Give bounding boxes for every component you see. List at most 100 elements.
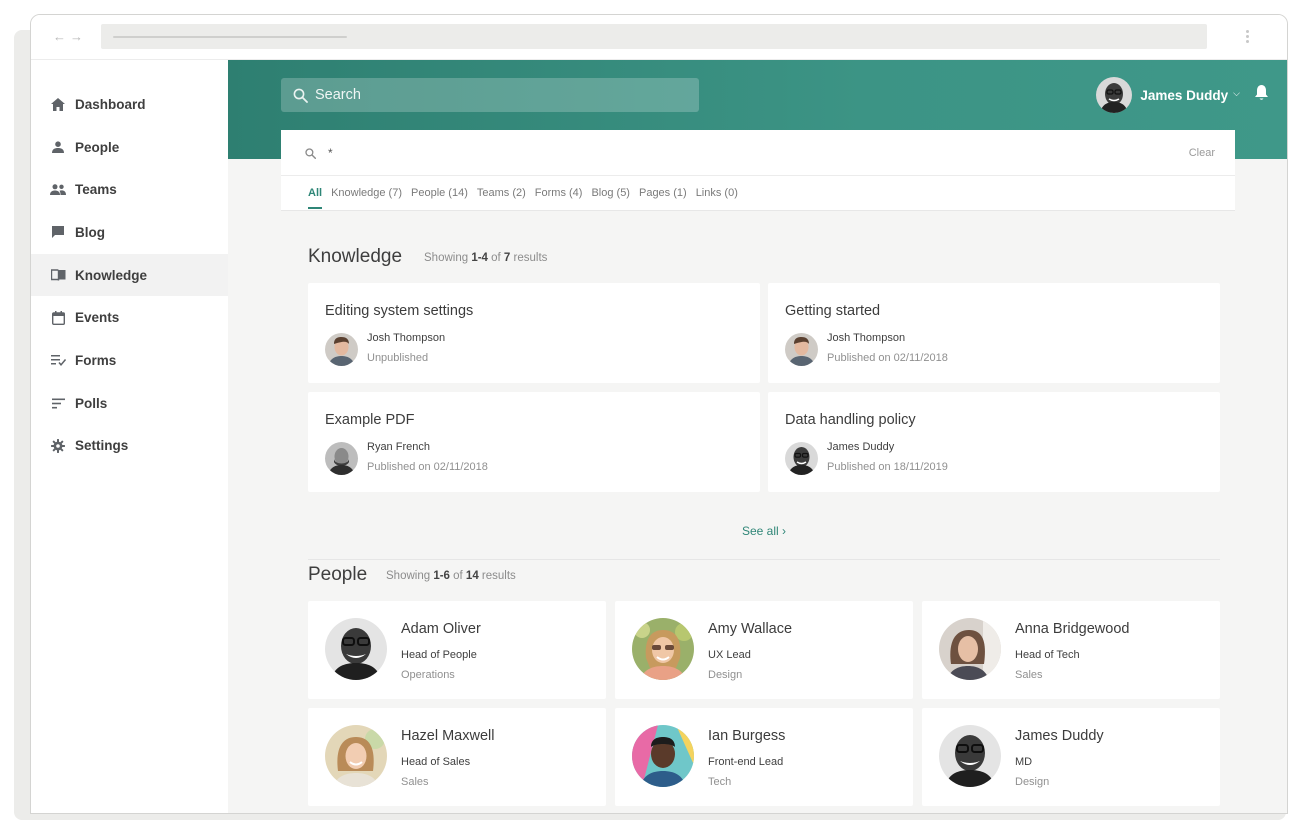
sidebar-item-events[interactable]: Events [31,296,228,339]
author-avatar [325,333,358,366]
knowledge-card-author: James Duddy [827,441,895,453]
forward-arrow-icon[interactable]: → [70,29,87,44]
sidebar-item-people[interactable]: People [31,126,228,169]
knowledge-card-status: Published on 18/11/2019 [827,461,948,473]
results-tabs: All Knowledge (7) People (14) Teams (2) … [308,187,747,209]
user-avatar[interactable] [1096,77,1133,113]
knowledge-card-status: Unpublished [367,352,429,364]
person-department: Operations [401,669,455,681]
divider [281,175,1235,176]
sidebar-item-label: Knowledge [75,267,148,283]
group-icon [50,182,66,198]
knowledge-card-author: Ryan French [367,441,430,453]
knowledge-card[interactable]: Example PDF Ryan French Published on 02/… [308,392,760,492]
user-name[interactable]: James Duddy [1140,88,1228,103]
checklist-icon [50,352,66,368]
knowledge-card-title[interactable]: Editing system settings [325,303,473,319]
author-avatar [325,442,358,475]
sidebar-item-label: Teams [75,182,117,198]
person-name[interactable]: Adam Oliver [401,621,481,637]
tab-forms[interactable]: Forms (4) [535,187,583,209]
gear-icon [50,438,66,454]
person-name[interactable]: Ian Burgess [708,728,785,744]
person-department: Design [708,669,743,681]
nav-arrows: ←→ [53,29,87,44]
person-name[interactable]: Hazel Maxwell [401,728,494,744]
person-avatar [325,618,387,680]
tab-all[interactable]: All [308,187,323,209]
sidebar-item-knowledge[interactable]: Knowledge [31,253,228,297]
person-card[interactable]: Amy Wallace UX Lead Design [615,601,913,699]
tab-knowledge[interactable]: Knowledge (7) [331,187,402,209]
person-name[interactable]: Anna Bridgewood [1015,621,1129,637]
sidebar-item-label: Blog [75,224,105,240]
book-icon [50,267,66,283]
browser-window: ←→ Dashboard People Teams Blog Knowledge… [30,14,1288,814]
person-icon [50,139,66,155]
person-role: Head of People [401,649,477,661]
person-card[interactable]: James Duddy MD Design [922,708,1220,806]
person-department: Sales [1015,669,1043,681]
person-card[interactable]: Hazel Maxwell Head of Sales Sales [308,708,606,806]
sidebar-item-teams[interactable]: Teams [31,168,228,211]
person-avatar [939,618,1001,680]
sidebar-item-forms[interactable]: Forms [31,339,228,382]
knowledge-card[interactable]: Getting started Josh Thompson Published … [768,283,1220,383]
sidebar-item-label: Events [75,310,120,326]
person-role: MD [1015,756,1033,768]
chat-icon [50,224,66,240]
bell-icon[interactable] [1254,84,1269,106]
knowledge-card[interactable]: Data handling policy James Duddy Publish… [768,392,1220,492]
search-results-panel: * Clear All Knowledge (7) People (14) Te… [281,130,1235,211]
person-role: UX Lead [708,649,751,661]
tab-links[interactable]: Links (0) [696,187,738,209]
person-avatar [325,725,387,787]
bars-icon [50,395,66,411]
person-role: Head of Tech [1015,649,1080,661]
sidebar-item-label: Forms [75,352,117,368]
clear-button[interactable]: Clear [1189,147,1215,159]
knowledge-card-title[interactable]: Example PDF [325,412,414,428]
author-avatar [785,442,818,475]
back-arrow-icon[interactable]: ← [53,29,70,44]
search-icon [305,147,316,159]
author-avatar [785,333,818,366]
person-name[interactable]: Amy Wallace [708,621,792,637]
knowledge-card-title[interactable]: Getting started [785,303,880,319]
search-query-value: * [328,146,333,160]
sidebar-item-blog[interactable]: Blog [31,211,228,254]
sidebar: Dashboard People Teams Blog Knowledge Ev… [31,60,228,813]
home-icon [50,96,66,112]
search-icon [293,88,308,103]
browser-menu-icon[interactable] [1246,28,1249,45]
person-card[interactable]: Ian Burgess Front-end Lead Tech [615,708,913,806]
tab-people[interactable]: People (14) [411,187,468,209]
tab-pages[interactable]: Pages (1) [639,187,687,209]
sidebar-item-label: Polls [75,395,108,411]
sidebar-item-label: Settings [75,438,129,454]
person-avatar [632,725,694,787]
knowledge-card-author: Josh Thompson [367,332,446,344]
tab-blog[interactable]: Blog (5) [591,187,630,209]
sidebar-item-dashboard[interactable]: Dashboard [31,83,228,126]
address-bar[interactable] [101,24,1207,49]
person-name[interactable]: James Duddy [1015,728,1104,744]
knowledge-card-title[interactable]: Data handling policy [785,412,916,428]
knowledge-card-author: Josh Thompson [827,332,906,344]
search-input[interactable]: Search [281,78,699,112]
person-avatar [939,725,1001,787]
see-all-link[interactable]: See all › [742,524,786,538]
calendar-icon [50,310,66,326]
search-query[interactable]: * [305,146,333,160]
sidebar-item-label: Dashboard [75,96,146,112]
person-role: Front-end Lead [708,756,784,768]
user-menu[interactable]: James Duddy ⌵ [1096,77,1269,113]
tab-teams[interactable]: Teams (2) [477,187,526,209]
person-card[interactable]: Anna Bridgewood Head of Tech Sales [922,601,1220,699]
sidebar-item-polls[interactable]: Polls [31,382,228,425]
search-placeholder: Search [315,87,361,103]
knowledge-card[interactable]: Editing system settings Josh Thompson Un… [308,283,760,383]
sidebar-item-settings[interactable]: Settings [31,425,228,468]
person-card[interactable]: Adam Oliver Head of People Operations [308,601,606,699]
chevron-down-icon[interactable]: ⌵ [1233,88,1240,99]
